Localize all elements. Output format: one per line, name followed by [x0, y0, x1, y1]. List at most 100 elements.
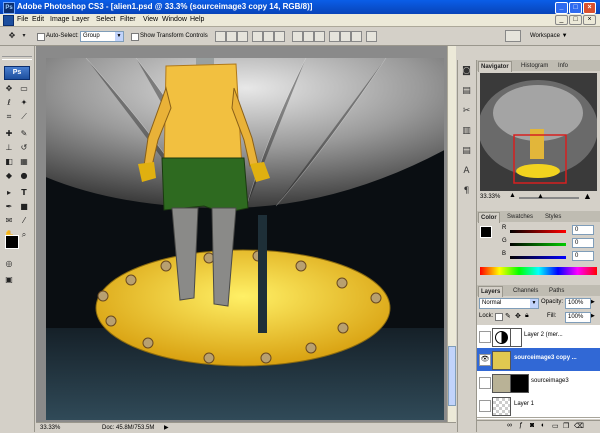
preset-dropdown-icon[interactable]: ▾ — [18, 30, 30, 41]
menu-window[interactable]: Window — [162, 15, 187, 25]
align-top-icon[interactable] — [215, 31, 226, 42]
delete-layer-icon[interactable]: ⌫ — [574, 422, 584, 430]
workspace-button[interactable]: Workspace ▼ — [530, 32, 568, 40]
dodge-tool-icon[interactable]: ● — [18, 170, 30, 181]
gradient-tool-icon[interactable]: ▦ — [18, 156, 30, 167]
distribute-bottom-icon[interactable] — [314, 31, 325, 42]
menu-view[interactable]: View — [143, 15, 158, 25]
new-group-icon[interactable]: ▭ — [552, 422, 559, 430]
blur-tool-icon[interactable]: ◆ — [3, 170, 15, 181]
slider-r[interactable] — [510, 230, 566, 233]
history-dock-icon[interactable]: ▥ — [461, 126, 472, 137]
actions-dock-icon[interactable]: ▤ — [461, 146, 472, 157]
align-left-icon[interactable] — [252, 31, 263, 42]
color-spectrum-ramp[interactable] — [480, 267, 597, 275]
tab-color[interactable]: Color — [478, 212, 500, 223]
navigator-dock-icon[interactable]: ◙ — [461, 66, 472, 77]
magic-wand-icon[interactable]: ✦ — [18, 97, 30, 108]
character-dock-icon[interactable]: A — [461, 166, 472, 177]
zoom-tool-icon[interactable]: ⌕ — [18, 229, 30, 240]
opacity-arrow-icon[interactable]: ▶ — [591, 299, 595, 305]
layer-row[interactable]: Layer 2 (mer... — [477, 325, 600, 349]
navigator-preview[interactable] — [478, 73, 598, 191]
show-transform-checkbox[interactable] — [131, 33, 139, 41]
align-right-icon[interactable] — [274, 31, 285, 42]
layer-row[interactable]: sourceimage3 — [477, 371, 600, 395]
adjustment-layer-icon[interactable]: ◐ — [541, 422, 545, 429]
zoom-slider[interactable] — [519, 197, 579, 199]
move-tool-preset-icon[interactable]: ✥ — [6, 30, 18, 41]
layer-visibility-toggle[interactable] — [479, 400, 491, 412]
tab-histogram[interactable]: Histogram — [519, 61, 550, 71]
fill-arrow-icon[interactable]: ▶ — [591, 313, 595, 319]
menu-help[interactable]: Help — [190, 15, 204, 25]
bridge-icon[interactable] — [505, 30, 521, 42]
pen-tool-icon[interactable]: ✒ — [3, 201, 15, 212]
layer-name[interactable]: Layer 2 (mer... — [524, 332, 563, 338]
menu-layer[interactable]: Layer — [72, 15, 90, 25]
document-icon[interactable] — [3, 15, 14, 26]
slider-b[interactable] — [510, 256, 566, 259]
layer-visibility-toggle[interactable] — [479, 377, 491, 389]
foreground-color-swatch[interactable] — [5, 235, 19, 249]
distribute-left-icon[interactable] — [329, 31, 340, 42]
doc-minimize-button[interactable]: _ — [555, 15, 568, 25]
shape-tool-icon[interactable]: ■ — [18, 201, 30, 212]
doc-close-button[interactable]: × — [583, 15, 596, 25]
layer-style-icon[interactable]: ƒ — [519, 422, 523, 429]
value-g[interactable]: 0 — [572, 238, 594, 248]
eyedropper-icon[interactable]: ⁄ — [18, 215, 30, 226]
clone-stamp-icon[interactable]: ⊥ — [3, 142, 15, 153]
lock-paint-icon[interactable]: ✎ — [505, 312, 511, 320]
brush-tool-icon[interactable]: ✎ — [18, 128, 30, 139]
crop-tool-icon[interactable]: ⌗ — [3, 111, 15, 122]
fill-field[interactable]: 100% — [565, 312, 591, 323]
notes-tool-icon[interactable]: ✉ — [3, 215, 15, 226]
distribute-vcenter-icon[interactable] — [303, 31, 314, 42]
zoom-out-icon[interactable]: ▲ — [509, 192, 516, 199]
brush-dock-icon[interactable]: ✂ — [461, 106, 472, 117]
tab-navigator[interactable]: Navigator — [478, 61, 512, 72]
minimize-button[interactable]: _ — [555, 2, 568, 14]
align-bottom-icon[interactable] — [237, 31, 248, 42]
history-brush-icon[interactable]: ↺ — [18, 142, 30, 153]
canvas[interactable] — [46, 58, 444, 420]
link-layers-icon[interactable]: ∞ — [507, 422, 512, 429]
layer-row-selected[interactable]: 👁︎ sourceimage3 copy ... — [477, 348, 600, 372]
path-select-icon[interactable]: ▸ — [3, 187, 15, 198]
add-mask-icon[interactable]: ◙ — [530, 422, 534, 429]
lock-position-icon[interactable]: ✥ — [515, 312, 521, 320]
tab-info[interactable]: Info — [556, 61, 570, 71]
menu-edit[interactable]: Edit — [32, 15, 44, 25]
distribute-top-icon[interactable] — [292, 31, 303, 42]
distribute-right-icon[interactable] — [351, 31, 362, 42]
auto-align-icon[interactable] — [366, 31, 377, 42]
quick-mask-icon[interactable]: ◎ — [3, 258, 15, 269]
align-vcenter-icon[interactable] — [226, 31, 237, 42]
info-dock-icon[interactable]: ▤ — [461, 86, 472, 97]
menu-image[interactable]: Image — [50, 15, 69, 25]
navigator-zoom[interactable]: 33.33% — [480, 194, 500, 200]
menu-file[interactable]: File — [17, 15, 28, 25]
distribute-hcenter-icon[interactable] — [340, 31, 351, 42]
move-tool-icon[interactable]: ✥ — [3, 83, 15, 94]
maximize-button[interactable]: □ — [569, 2, 582, 14]
blend-mode-dropdown[interactable]: Normal ▼ — [479, 298, 539, 309]
align-hcenter-icon[interactable] — [263, 31, 274, 42]
scroll-thumb[interactable] — [448, 346, 456, 406]
screen-mode-icon[interactable]: ▣ — [3, 274, 15, 285]
lock-transparency-icon[interactable] — [495, 313, 503, 321]
lock-all-icon[interactable]: 🔒︎ — [525, 312, 529, 320]
zoom-in-icon[interactable]: ▲ — [583, 191, 592, 201]
menu-filter[interactable]: Filter — [120, 15, 136, 25]
value-b[interactable]: 0 — [572, 251, 594, 261]
menu-select[interactable]: Select — [96, 15, 115, 25]
tab-channels[interactable]: Channels — [511, 286, 540, 296]
zoom-slider-handle[interactable]: ▲ — [537, 193, 544, 200]
marquee-tool-icon[interactable]: ▭ — [18, 83, 30, 94]
type-tool-icon[interactable]: T — [18, 187, 30, 198]
auto-select-checkbox[interactable] — [37, 33, 45, 41]
slider-g[interactable] — [510, 243, 566, 246]
layer-name[interactable]: Layer 1 — [514, 401, 534, 407]
value-r[interactable]: 0 — [572, 225, 594, 235]
